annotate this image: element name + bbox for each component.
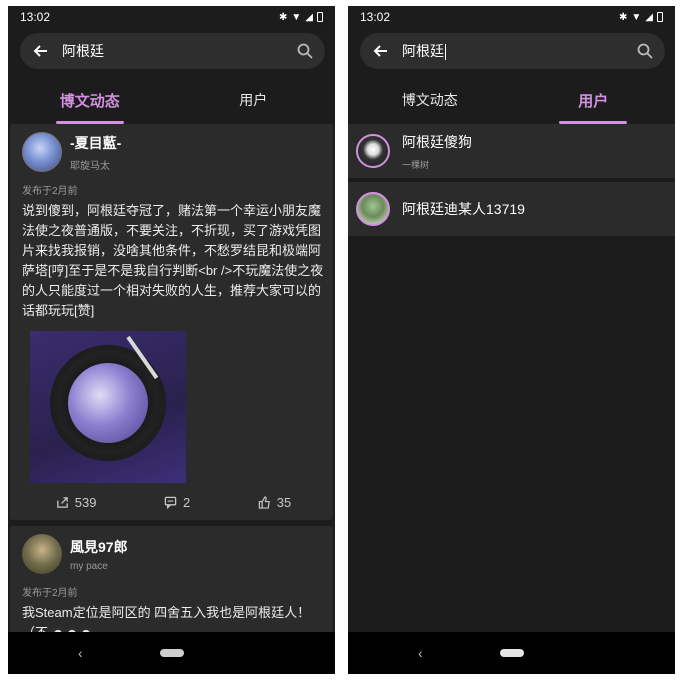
nav-back-icon[interactable]: ‹	[78, 645, 83, 661]
search-icon[interactable]	[295, 41, 315, 61]
like-count: 35	[276, 495, 292, 510]
signal-icon: ◢	[305, 11, 313, 23]
share-count: 539	[74, 495, 97, 510]
share-button[interactable]: 539	[56, 495, 97, 510]
nav-home-pill[interactable]	[499, 649, 524, 657]
status-icons: ✱ ▼ ◢	[279, 12, 323, 23]
bluetooth-icon: ✱	[279, 11, 288, 23]
post-author-subtitle: my pace	[70, 560, 108, 572]
thumbs-up-icon	[258, 496, 270, 509]
left-screen: 13:02 ✱ ▼ ◢ 阿根廷 博文动态 用户 -夏目藍- 耶旋马太 发布于2月…	[8, 6, 335, 674]
post-time: 发布于2月前	[22, 588, 78, 599]
post-body-text: 我Steam定位是阿区的 四舍五入我也是阿根廷人！（不	[22, 605, 311, 632]
user-signature: 一棵树	[402, 159, 430, 170]
post-card[interactable]: -夏目藍- 耶旋马太 发布于2月前 说到傻到，阿根廷夺冠了，赌法第一个幸运小朋友…	[10, 124, 333, 520]
wifi-icon: ▼	[291, 11, 302, 23]
avatar[interactable]	[22, 534, 62, 574]
user-name: 阿根廷傻狗	[402, 133, 472, 150]
tab-bar: 博文动态 用户	[8, 84, 335, 124]
avatar[interactable]	[356, 192, 390, 226]
tab-bar: 博文动态 用户	[348, 84, 675, 124]
wifi-icon: ▼	[631, 11, 642, 23]
status-time: 13:02	[20, 10, 51, 24]
system-nav-bar: ‹	[8, 632, 335, 674]
list-item[interactable]: 阿根廷迪某人13719	[348, 182, 675, 236]
status-bar: 13:02 ✱ ▼ ◢	[8, 6, 335, 28]
search-input[interactable]: 阿根廷	[62, 41, 295, 61]
post-author[interactable]: -夏目藍-	[70, 133, 121, 153]
list-item[interactable]: 阿根廷傻狗 一棵树	[348, 124, 675, 178]
post-list[interactable]: -夏目藍- 耶旋马太 发布于2月前 说到傻到，阿根廷夺冠了，赌法第一个幸运小朋友…	[8, 124, 335, 632]
right-screen: 13:02 ✱ ▼ ◢ 阿根廷 博文动态 用户 阿根廷傻狗 一棵树 阿根廷迪某人…	[348, 6, 675, 674]
user-name: 阿根廷迪某人13719	[402, 201, 525, 217]
search-bar[interactable]: 阿根廷	[360, 33, 665, 69]
battery-icon	[317, 12, 323, 22]
text-cursor	[445, 44, 446, 61]
post-time: 发布于2月前	[22, 186, 78, 197]
signal-icon: ◢	[645, 11, 653, 23]
comment-icon	[164, 496, 177, 509]
post-image[interactable]	[30, 331, 186, 483]
back-arrow-icon[interactable]	[370, 41, 390, 61]
back-arrow-icon[interactable]	[30, 41, 50, 61]
post-actions: 539 2 35	[22, 495, 325, 514]
post-author-subtitle: 耶旋马太	[70, 160, 110, 172]
bluetooth-icon: ✱	[619, 11, 628, 23]
post-card[interactable]: 風見97郎 my pace 发布于2月前 我Steam定位是阿区的 四舍五入我也…	[10, 526, 333, 632]
disc-label-graphic	[68, 363, 148, 443]
user-list[interactable]: 阿根廷傻狗 一棵树 阿根廷迪某人13719	[348, 124, 675, 632]
nav-back-icon[interactable]: ‹	[418, 645, 423, 661]
like-button[interactable]: 35	[258, 495, 291, 510]
tab-users[interactable]: 用户	[172, 84, 336, 124]
avatar[interactable]	[356, 134, 390, 168]
search-query: 阿根廷	[402, 43, 444, 59]
share-icon	[56, 497, 68, 508]
status-icons: ✱ ▼ ◢	[619, 12, 663, 23]
search-bar[interactable]: 阿根廷	[20, 33, 325, 69]
post-body: 说到傻到，阿根廷夺冠了，赌法第一个幸运小朋友魔法使之夜普通版，不要关注，不折现，…	[22, 203, 324, 318]
post-header: 風見97郎 my pace	[22, 534, 325, 574]
search-input[interactable]: 阿根廷	[402, 41, 635, 61]
search-icon[interactable]	[635, 41, 655, 61]
nav-home-pill[interactable]	[159, 649, 184, 657]
tab-users[interactable]: 用户	[512, 84, 676, 124]
post-body: 我Steam定位是阿区的 四舍五入我也是阿根廷人！（不	[22, 603, 325, 632]
tab-posts[interactable]: 博文动态	[348, 84, 512, 124]
system-nav-bar: ‹	[348, 632, 675, 674]
post-author[interactable]: 風見97郎	[70, 537, 128, 557]
status-time: 13:02	[360, 10, 391, 24]
post-header: -夏目藍- 耶旋马太	[22, 132, 325, 172]
battery-icon	[657, 12, 663, 22]
status-bar: 13:02 ✱ ▼ ◢	[348, 6, 675, 28]
comment-button[interactable]: 2	[164, 495, 190, 510]
comment-count: 2	[183, 495, 191, 510]
avatar[interactable]	[22, 132, 62, 172]
tab-posts[interactable]: 博文动态	[8, 84, 172, 124]
